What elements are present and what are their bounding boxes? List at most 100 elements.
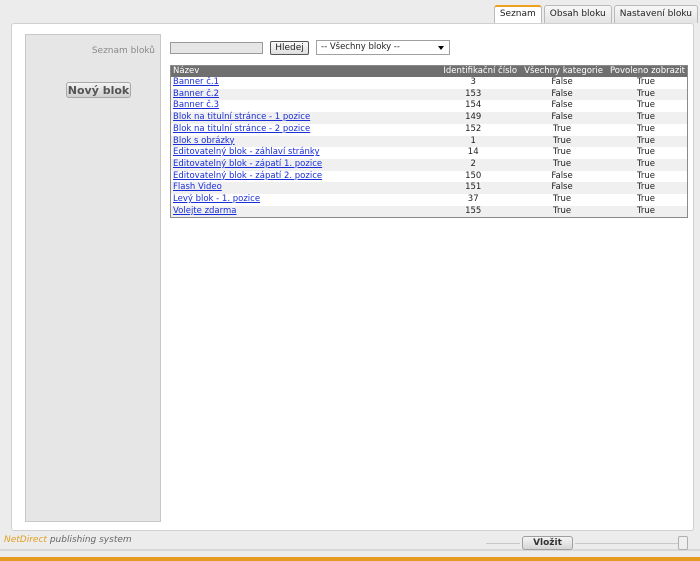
block-id-cell: 3	[470, 77, 476, 87]
visible-cell: True	[636, 147, 656, 158]
block-name-cell: Blok na titulní stránce - 1 pozice	[171, 112, 428, 124]
footer-accent-bar	[0, 557, 700, 561]
block-name-link[interactable]: Editovatelný blok - záhlaví stránky	[173, 147, 320, 157]
block-name-cell: Editovatelný blok - záhlaví stránky	[171, 147, 427, 159]
visible-cell: True	[605, 135, 687, 148]
visible-cell: True	[636, 123, 656, 134]
all-categories-cell: False	[551, 170, 573, 181]
brand-name: NetDirect	[4, 535, 47, 545]
block-name-link[interactable]: Flash Video	[173, 182, 222, 192]
block-name-link[interactable]: Editovatelný blok - zápatí 1. pozice	[173, 159, 322, 169]
block-id-cell: 155	[427, 205, 520, 218]
table-row: Blok s obrázky 1 True True	[171, 135, 687, 148]
table-header-row: Název Identifikační číslo Všechny katego…	[171, 66, 687, 77]
footer-divider	[0, 549, 700, 551]
visible-cell: True	[605, 182, 687, 195]
block-name-link[interactable]: Levý blok - 1. pozice	[173, 194, 260, 204]
all-categories-cell: True	[553, 194, 572, 205]
block-name-link[interactable]: Blok na titulní stránce - 2 pozice	[173, 124, 310, 134]
block-id-cell: 150	[465, 170, 482, 181]
table-row: Flash Video 151 False True	[171, 182, 687, 195]
all-categories-cell: True	[519, 158, 606, 171]
block-id-cell: 153	[427, 88, 520, 101]
column-header-all-categories[interactable]: Všechny kategorie	[519, 66, 606, 77]
block-name-link[interactable]: Editovatelný blok - zápatí 2. pozice	[173, 171, 322, 181]
all-categories-cell: True	[553, 123, 572, 134]
visible-cell: True	[636, 194, 656, 205]
visible-cell: True	[636, 100, 656, 111]
block-id-cell: 154	[465, 100, 482, 111]
table-row: Editovatelný blok - záhlaví stránky 14 Tru…	[171, 147, 687, 159]
brand-suffix: publishing system	[46, 535, 132, 545]
tab-nastaveni-bloku[interactable]: Nastavení bloku	[613, 5, 698, 23]
sidebar: Seznam bloků Nový blok	[25, 34, 161, 522]
block-id-cell: 149	[427, 112, 520, 124]
column-header-visible[interactable]: Povoleno zobrazit	[605, 66, 687, 77]
all-categories-cell: True	[519, 135, 606, 148]
main-panel: Seznam bloků Nový blok Hledej -- Všechny…	[11, 23, 694, 531]
block-id-cell: 1	[427, 135, 520, 148]
visible-cell: True	[636, 77, 656, 87]
tab-obsah-bloku[interactable]: Obsah bloku	[543, 5, 612, 23]
table-row: Blok na titulní stránce - 2 pozice 152 Tru…	[171, 124, 687, 136]
block-id-cell: 14	[467, 147, 479, 158]
table-row: Banner č.2 153 False True	[171, 88, 687, 101]
block-name-cell: Editovatelný blok - zápatí 1. pozice	[171, 158, 428, 171]
visible-cell: True	[636, 170, 656, 181]
block-name-cell: Editovatelný blok - zápatí 2. pozice	[171, 171, 427, 183]
block-name-link[interactable]: Banner č.2	[173, 89, 219, 99]
column-header-id[interactable]: Identifikační číslo	[427, 66, 520, 77]
footer-track-right	[575, 543, 680, 544]
block-name-cell: Flash Video	[171, 182, 428, 195]
table-body: Banner č.1 3 False True Banner č.2 153 False Tr…	[171, 77, 687, 218]
block-name-link[interactable]: Banner č.1	[173, 77, 219, 87]
new-block-button[interactable]: Nový blok	[66, 82, 131, 98]
search-button[interactable]: Hledej	[270, 41, 309, 55]
block-name-link[interactable]: Banner č.3	[173, 100, 219, 110]
block-name-cell: Banner č.2	[171, 88, 428, 101]
insert-button[interactable]: Vložit	[522, 536, 573, 550]
table-row: Blok na titulní stránce - 1 pozice 149 Fal…	[171, 112, 687, 124]
table-row: Editovatelný blok - zápatí 1. pozice 2 Tru…	[171, 158, 687, 171]
all-categories-cell: True	[553, 147, 572, 158]
column-header-name[interactable]: Název	[171, 66, 428, 77]
block-name-link[interactable]: Volejte zdarma	[173, 206, 236, 216]
tab-seznam[interactable]: Seznam	[493, 5, 542, 24]
all-categories-cell: False	[519, 182, 606, 195]
sidebar-title: Seznam bloků	[91, 46, 155, 56]
table-row: Volejte zdarma 155 True True	[171, 205, 687, 218]
all-categories-cell: False	[551, 77, 573, 87]
block-name-cell: Blok na titulní stránce - 2 pozice	[171, 124, 427, 136]
footer-track-left	[486, 543, 520, 544]
dropdown-arrow-icon	[438, 46, 444, 50]
block-name-cell: Volejte zdarma	[171, 205, 428, 218]
table-row: Editovatelný blok - zápatí 2. pozice 150 F…	[171, 171, 687, 183]
block-name-cell: Banner č.1	[171, 77, 427, 89]
all-categories-cell: True	[519, 205, 606, 218]
block-filter-select[interactable]: -- Všechny bloky --	[316, 40, 450, 55]
block-filter-value: -- Všechny bloky --	[321, 42, 400, 52]
visible-cell: True	[605, 158, 687, 171]
table-row: Banner č.1 3 False True	[171, 77, 687, 89]
visible-cell: True	[605, 88, 687, 101]
table-row: Banner č.3 154 False True	[171, 100, 687, 112]
tab-bar: Seznam Obsah bloku Nastavení bloku	[493, 5, 698, 24]
footer-scroll-handle[interactable]	[678, 536, 688, 550]
search-input[interactable]	[170, 42, 263, 54]
block-name-link[interactable]: Blok s obrázky	[173, 136, 235, 146]
visible-cell: True	[605, 112, 687, 124]
block-name-link[interactable]: Blok na titulní stránce - 1 pozice	[173, 112, 310, 122]
all-categories-cell: False	[551, 100, 573, 111]
block-name-cell: Banner č.3	[171, 100, 427, 112]
block-name-cell: Blok s obrázky	[171, 135, 428, 148]
block-id-cell: 151	[427, 182, 520, 195]
brand-logo: NetDirect publishing system	[4, 535, 132, 545]
block-name-cell: Levý blok - 1. pozice	[171, 194, 427, 206]
block-id-cell: 37	[467, 194, 479, 205]
all-categories-cell: False	[519, 88, 606, 101]
block-id-cell: 152	[465, 123, 482, 134]
visible-cell: True	[605, 205, 687, 218]
all-categories-cell: False	[519, 112, 606, 124]
blocks-table: Název Identifikační číslo Všechny katego…	[170, 65, 688, 219]
block-id-cell: 2	[427, 158, 520, 171]
